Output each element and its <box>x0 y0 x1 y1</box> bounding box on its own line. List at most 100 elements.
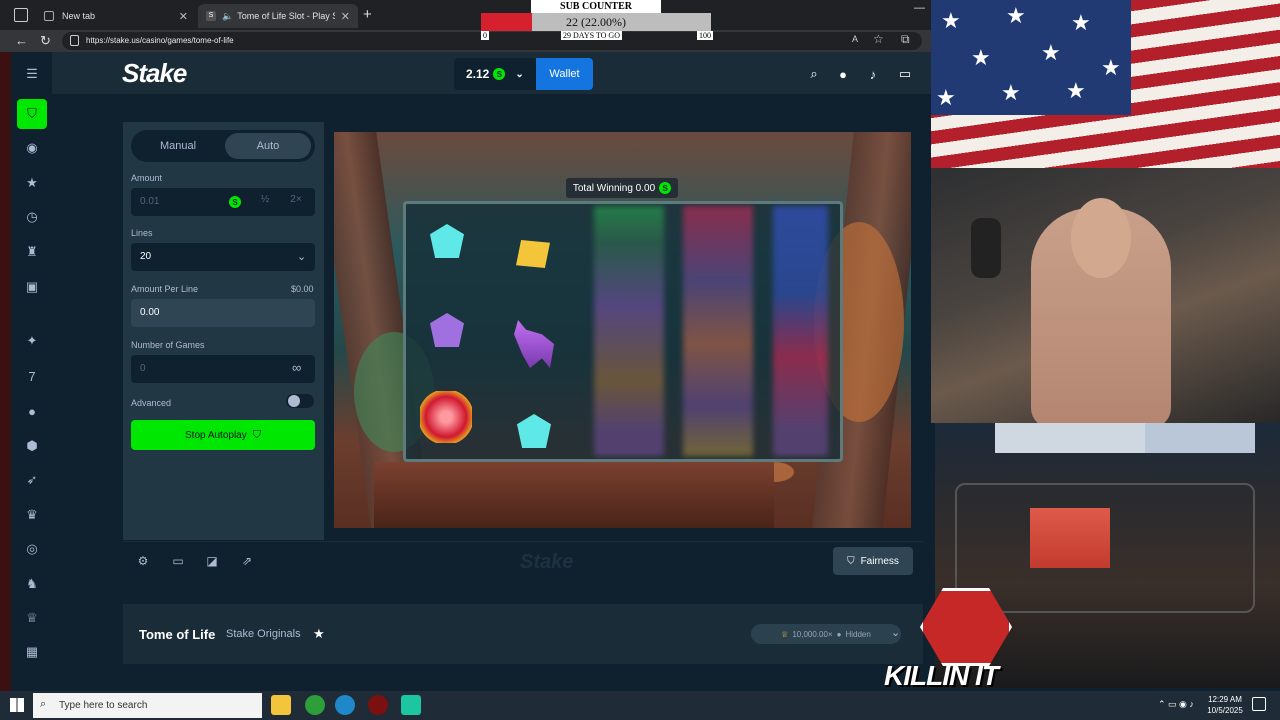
extensions-icon[interactable]: ⧉ <box>901 32 910 47</box>
stats-chart-icon[interactable]: ◪ <box>203 552 221 570</box>
flag-star: ★ <box>1071 10 1091 35</box>
american-flag-image: ★ ★ ★ ★ ★ ★ ★ ★ ★ <box>931 0 1280 168</box>
sub-counter-progress-bar: 22 (22.00%) <box>481 13 711 31</box>
menu-icon[interactable]: ☰ <box>21 63 43 85</box>
theatre-mode-icon[interactable]: ▭ <box>169 552 187 570</box>
slots-icon[interactable]: 7 <box>21 365 43 387</box>
trophy-icon[interactable]: ♕ <box>21 607 43 629</box>
popout-icon[interactable]: ⇗ <box>238 552 256 570</box>
hidden-label: Hidden <box>845 629 871 639</box>
search-icon[interactable]: ⌕ <box>803 63 825 85</box>
favorite-star-icon[interactable]: ☆ <box>873 32 884 46</box>
stream-app-icon[interactable] <box>401 695 421 715</box>
all-games-grid-icon[interactable]: ▦ <box>21 641 43 663</box>
fire-icon[interactable]: ● <box>21 400 43 422</box>
monitor <box>995 423 1145 453</box>
wallet-button[interactable]: Wallet <box>536 58 593 90</box>
challenges-icon[interactable]: ♜ <box>21 241 43 263</box>
tab-new-tab[interactable]: New tab ✕ <box>36 4 196 28</box>
wooden-floor-decoration <box>374 462 774 528</box>
file-explorer-icon[interactable] <box>271 695 291 715</box>
site-info-icon[interactable] <box>70 35 79 46</box>
tab-auto[interactable]: Auto <box>225 133 311 159</box>
notifications-bell-icon[interactable]: ♪ <box>862 63 884 85</box>
flag-star: ★ <box>941 8 961 33</box>
chevron-down-icon[interactable]: ⌄ <box>891 626 900 639</box>
advanced-label: Advanced <box>131 398 172 408</box>
game-provider[interactable]: Stake Originals <box>226 628 301 640</box>
lines-select[interactable]: 20 <box>131 243 315 271</box>
toggle-knob <box>288 395 300 407</box>
my-bets-icon[interactable]: ▣ <box>21 276 43 298</box>
user-icon[interactable]: ● <box>832 63 854 85</box>
sub-counter-days: 29 DAYS TO GO <box>561 31 622 40</box>
flag-star: ★ <box>1001 80 1021 105</box>
dice-icon[interactable]: ⬢ <box>21 435 43 457</box>
amount-per-line-usd: $0.00 <box>291 284 314 294</box>
advanced-toggle[interactable] <box>286 394 314 408</box>
infinity-icon[interactable]: ∞ <box>292 360 301 375</box>
chevron-down-icon: ⌄ <box>515 68 524 80</box>
live-casino-icon[interactable]: ◎ <box>21 538 43 560</box>
stop-autoplay-button[interactable]: Stop Autoplay ⛉ <box>131 420 315 450</box>
system-clock[interactable]: 12:29 AM 10/5/2025 <box>1203 694 1247 716</box>
clock-time: 12:29 AM <box>1208 695 1242 704</box>
max-win-badge: ♕ 10,000.00× ● Hidden <box>751 624 901 644</box>
notification-center-icon[interactable] <box>1252 697 1266 711</box>
shield-icon: ⛉ <box>252 428 261 441</box>
flag-star: ★ <box>1101 55 1121 80</box>
system-tray-icons[interactable]: ⌃ ▭ ◉ ♪ <box>1158 699 1194 710</box>
flag-star: ★ <box>971 45 991 70</box>
double-bet-button[interactable]: 2× <box>284 194 308 205</box>
rocket-icon[interactable]: ➶ <box>21 469 43 491</box>
taskbar-search-input[interactable]: Type here to search <box>33 693 262 718</box>
stake-watermark: Stake <box>520 551 574 573</box>
tab-manual[interactable]: Manual <box>134 133 222 159</box>
sparkle-icon[interactable]: ✦ <box>21 330 43 352</box>
home-icon[interactable]: ◉ <box>21 137 43 159</box>
coin-icon: S <box>493 68 506 80</box>
total-winning-text: Total Winning 0.00 <box>572 182 656 194</box>
sub-counter-value: 22 (22.00%) <box>566 15 626 29</box>
reload-icon[interactable]: ↻ <box>40 33 51 49</box>
number-of-games-input[interactable]: 0 <box>131 355 315 383</box>
lines-value: 20 <box>140 251 152 262</box>
left-edge-strip <box>0 52 11 691</box>
tab-label: New tab <box>62 11 96 21</box>
spinning-reel <box>773 206 828 456</box>
shield-check-icon: ⛉ <box>847 555 855 567</box>
tab-tome-of-life[interactable]: S 🔈 Tome of Life Slot - Play Stak ✕ <box>198 4 358 28</box>
fairness-button[interactable]: ⛉ Fairness <box>833 547 913 575</box>
close-icon[interactable]: ✕ <box>341 10 350 23</box>
chat-icon[interactable]: ▭ <box>894 63 916 85</box>
hidden-user-icon: ● <box>836 629 842 639</box>
settings-gear-icon[interactable]: ⚙ <box>134 552 152 570</box>
recent-clock-icon[interactable]: ◷ <box>21 206 43 228</box>
half-bet-button[interactable]: ½ <box>253 194 277 205</box>
total-winning-badge: Total Winning 0.00 S <box>566 178 678 198</box>
close-icon[interactable]: ✕ <box>179 10 188 23</box>
balance-selector[interactable]: 2.12 S ⌄ <box>454 58 536 90</box>
channel-brand-text: KILLIN IT <box>884 660 999 691</box>
read-aloud-icon[interactable]: A <box>852 34 858 44</box>
favorites-star-icon[interactable]: ★ <box>21 172 43 194</box>
search-icon: ⌕ <box>40 698 47 710</box>
edge-browser-icon[interactable] <box>335 695 355 715</box>
crown-icon[interactable]: ♛ <box>21 504 43 526</box>
xbox-icon[interactable] <box>305 695 325 715</box>
webcam-face-feed <box>931 168 1280 423</box>
tab-actions-icon[interactable] <box>14 8 28 22</box>
minimize-icon[interactable]: — <box>914 2 925 14</box>
obs-icon[interactable] <box>368 695 388 715</box>
sub-counter-widget: SUB COUNTER 22 (22.00%) 0 29 DAYS TO GO … <box>481 0 713 44</box>
table-games-icon[interactable]: ♞ <box>21 573 43 595</box>
favorite-star-icon[interactable]: ★ <box>313 626 325 642</box>
stake-logo[interactable]: Stake <box>122 58 187 89</box>
red-tome-symbol <box>420 391 472 443</box>
back-arrow-icon[interactable]: ← <box>15 33 28 48</box>
amount-per-line-value: 0.00 <box>140 307 160 318</box>
windows-start-icon[interactable] <box>10 698 24 712</box>
new-tab-plus-icon[interactable]: + <box>363 6 372 23</box>
casino-shield-icon[interactable]: ⛉ <box>17 99 47 129</box>
speaker-icon[interactable]: 🔈 <box>222 11 233 22</box>
